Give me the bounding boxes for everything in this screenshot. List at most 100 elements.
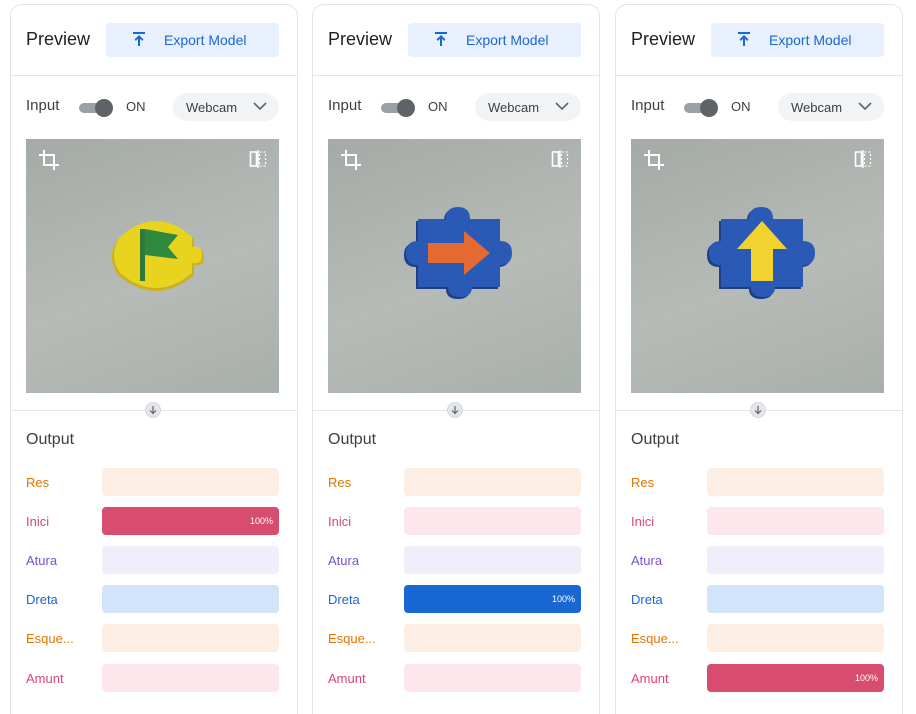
output-title: Output — [328, 431, 377, 448]
output-class-row: Amunt 100% — [616, 664, 902, 692]
input-source-value: Webcam — [186, 100, 238, 115]
output-class-row: Res — [616, 468, 902, 496]
crop-icon[interactable] — [38, 149, 60, 171]
input-toggle[interactable] — [79, 99, 113, 117]
class-label: Dreta — [328, 592, 360, 607]
output-class-row: Amunt — [11, 664, 297, 692]
input-row: Input ON Webcam — [616, 91, 902, 121]
input-label: Input — [631, 97, 665, 114]
output-class-row: Inici 100% — [11, 507, 297, 535]
chevron-down-icon — [253, 102, 267, 111]
toggle-state-label: ON — [731, 99, 751, 114]
output-class-row: Dreta 100% — [313, 585, 599, 613]
input-toggle[interactable] — [381, 99, 415, 117]
input-toggle[interactable] — [684, 99, 718, 117]
upload-icon — [133, 32, 145, 46]
confidence-bar — [707, 507, 884, 535]
input-source-select[interactable]: Webcam — [173, 93, 279, 121]
class-label: Res — [328, 475, 352, 490]
webcam-preview — [328, 139, 581, 393]
upload-icon — [435, 32, 447, 46]
input-source-value: Webcam — [488, 100, 540, 115]
crop-icon[interactable] — [340, 149, 362, 171]
arrow-down-icon — [145, 402, 161, 418]
confidence-percent: 100% — [854, 673, 878, 683]
puzzle-piece-image — [707, 207, 815, 299]
confidence-bar: 100% — [102, 507, 279, 535]
flip-icon[interactable] — [854, 150, 872, 168]
input-source-select[interactable]: Webcam — [475, 93, 581, 121]
output-title: Output — [26, 431, 75, 448]
input-label: Input — [328, 97, 362, 114]
export-model-label: Export Model — [466, 32, 549, 48]
class-label: Amunt — [328, 671, 366, 686]
class-label: Res — [26, 475, 50, 490]
puzzle-piece-image — [404, 207, 512, 299]
class-label: Inici — [26, 514, 50, 529]
confidence-bar — [404, 546, 581, 574]
panel-title: Preview — [328, 29, 393, 49]
class-label: Inici — [328, 514, 352, 529]
toggle-thumb — [397, 99, 415, 117]
class-label: Esque... — [328, 631, 376, 646]
toggle-thumb — [95, 99, 113, 117]
output-class-row: Dreta — [11, 585, 297, 613]
class-label: Dreta — [631, 592, 663, 607]
flip-icon[interactable] — [551, 150, 569, 168]
output-class-row: Res — [11, 468, 297, 496]
panel-title: Preview — [26, 29, 91, 49]
webcam-preview — [26, 139, 279, 393]
chevron-down-icon — [555, 102, 569, 111]
confidence-bar — [707, 546, 884, 574]
toggle-thumb — [700, 99, 718, 117]
flip-icon[interactable] — [249, 150, 267, 168]
confidence-bar: 100% — [707, 664, 884, 692]
output-class-row: Res — [313, 468, 599, 496]
confidence-bar — [707, 468, 884, 496]
confidence-percent: 100% — [249, 516, 273, 526]
crop-icon[interactable] — [643, 149, 665, 171]
output-class-row: Inici — [313, 507, 599, 535]
confidence-bar — [102, 468, 279, 496]
teachable-preview-panel: Preview Export Model Input ON Webcam Out… — [312, 4, 600, 714]
export-model-button[interactable]: Export Model — [711, 23, 884, 57]
output-class-row: Atura — [11, 546, 297, 574]
export-model-button[interactable]: Export Model — [408, 23, 581, 57]
confidence-bar — [102, 624, 279, 652]
class-label: Atura — [328, 553, 360, 568]
panel-header: Preview Export Model — [616, 5, 902, 76]
confidence-bar — [102, 546, 279, 574]
puzzle-piece-image — [112, 221, 204, 291]
confidence-bar — [707, 585, 884, 613]
export-model-button[interactable]: Export Model — [106, 23, 279, 57]
input-source-value: Webcam — [791, 100, 843, 115]
confidence-bar — [404, 507, 581, 535]
toggle-state-label: ON — [428, 99, 448, 114]
confidence-bar — [102, 585, 279, 613]
webcam-preview — [631, 139, 884, 393]
input-source-select[interactable]: Webcam — [778, 93, 884, 121]
chevron-down-icon — [858, 102, 872, 111]
toggle-state-label: ON — [126, 99, 146, 114]
confidence-bar: 100% — [404, 585, 581, 613]
input-row: Input ON Webcam — [313, 91, 599, 121]
class-label: Esque... — [631, 631, 679, 646]
class-label: Res — [631, 475, 655, 490]
export-model-label: Export Model — [769, 32, 852, 48]
upload-icon — [738, 32, 750, 46]
output-class-row: Esque... — [313, 624, 599, 652]
class-label: Dreta — [26, 592, 58, 607]
output-class-row: Dreta — [616, 585, 902, 613]
confidence-bar — [404, 624, 581, 652]
export-model-label: Export Model — [164, 32, 247, 48]
arrow-down-icon — [447, 402, 463, 418]
output-class-row: Atura — [313, 546, 599, 574]
confidence-bar — [404, 468, 581, 496]
class-label: Atura — [26, 553, 58, 568]
confidence-bar — [102, 664, 279, 692]
output-class-row: Amunt — [313, 664, 599, 692]
output-class-row: Esque... — [11, 624, 297, 652]
panel-header: Preview Export Model — [313, 5, 599, 76]
class-label: Amunt — [26, 671, 64, 686]
panel-header: Preview Export Model — [11, 5, 297, 76]
